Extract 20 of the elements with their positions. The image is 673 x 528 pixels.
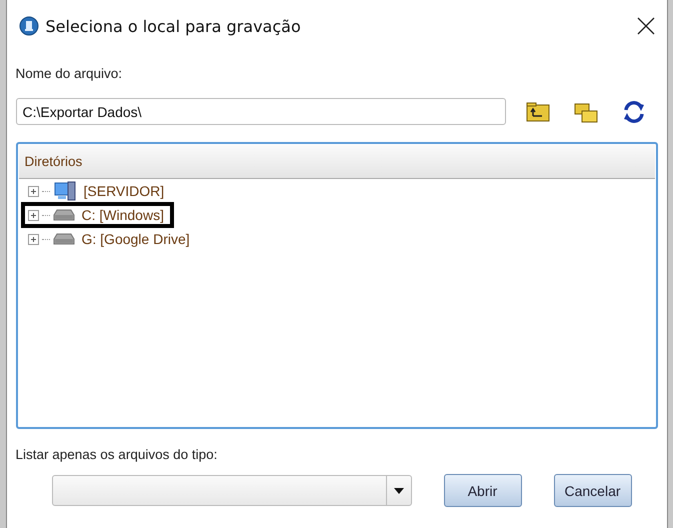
computer-icon (52, 181, 76, 201)
file-name-field[interactable]: C:\Exportar Dados\ (16, 98, 506, 125)
refresh-icon[interactable] (622, 100, 646, 124)
expand-icon[interactable] (28, 234, 38, 244)
file-type-label: Listar apenas os arquivos do tipo: (16, 447, 218, 462)
drive-icon (52, 209, 74, 221)
drive-icon (52, 233, 74, 245)
folder-up-icon[interactable] (526, 102, 550, 122)
caret-icon (394, 488, 404, 494)
highlighted-tree-item[interactable]: C: [Windows] (20, 202, 174, 228)
dialog-button[interactable]: Cancelar (554, 474, 632, 507)
expand-icon[interactable] (28, 186, 38, 196)
window-title: Seleciona o local para gravação (46, 16, 302, 36)
close-icon[interactable] (636, 17, 654, 35)
expand-icon[interactable] (28, 210, 38, 220)
folders-icon[interactable] (574, 100, 598, 122)
file-name-label: Nome do arquivo: (16, 66, 124, 81)
dialog-button[interactable]: Abrir (444, 474, 522, 507)
tree-item[interactable]: G: [Google Drive] (20, 226, 200, 252)
column-header: Diretórios (18, 145, 654, 179)
